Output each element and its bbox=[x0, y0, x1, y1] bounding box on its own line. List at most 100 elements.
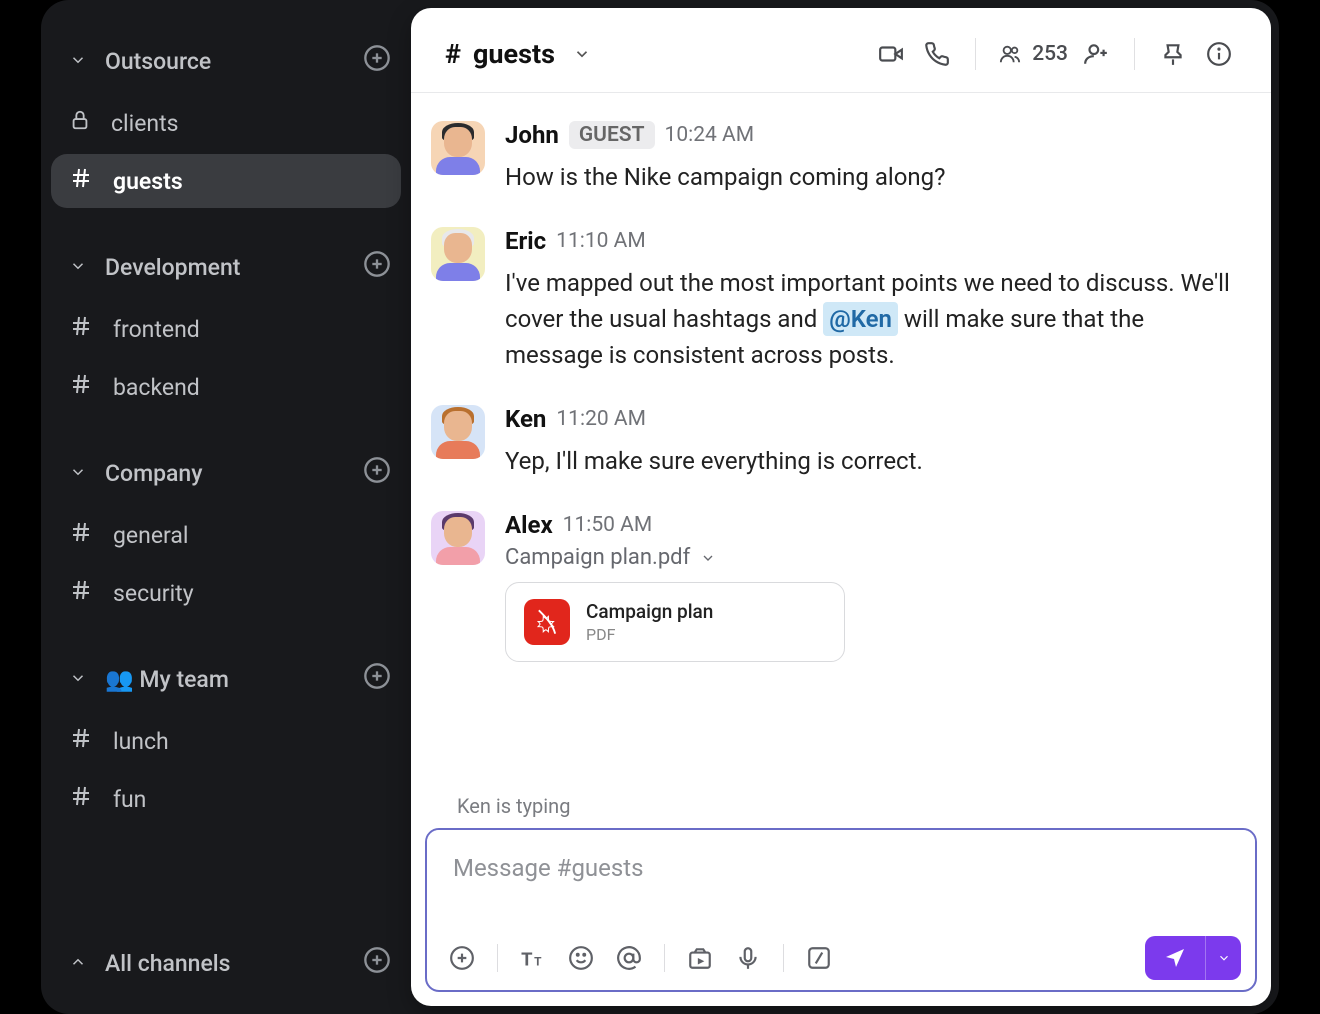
attach-add-icon[interactable] bbox=[441, 937, 483, 979]
plus-circle-icon[interactable] bbox=[363, 456, 391, 490]
channel-backend[interactable]: backend bbox=[51, 360, 401, 414]
message-list[interactable]: John GUEST 10:24 AM How is the Nike campaig… bbox=[411, 93, 1271, 792]
chevron-down-icon bbox=[69, 460, 87, 487]
all-channels-button[interactable]: All channels bbox=[51, 932, 401, 994]
message-author[interactable]: Ken bbox=[505, 405, 546, 433]
member-count-button[interactable]: 253 bbox=[996, 42, 1068, 66]
video-call-icon[interactable] bbox=[873, 36, 909, 72]
all-channels-label: All channels bbox=[105, 950, 231, 977]
message-time: 11:10 AM bbox=[556, 229, 646, 253]
section-header-outsource[interactable]: Outsource bbox=[51, 30, 401, 92]
plus-circle-icon[interactable] bbox=[363, 946, 391, 980]
hash-icon bbox=[69, 166, 93, 196]
mention-icon[interactable] bbox=[608, 937, 650, 979]
add-member-icon[interactable] bbox=[1078, 36, 1114, 72]
message-text: I've mapped out the most important point… bbox=[505, 265, 1237, 373]
text-format-icon[interactable]: TT bbox=[512, 937, 554, 979]
record-video-icon[interactable] bbox=[679, 937, 721, 979]
channel-frontend[interactable]: frontend bbox=[51, 302, 401, 356]
plus-circle-icon[interactable] bbox=[363, 662, 391, 696]
chevron-down-icon bbox=[69, 254, 87, 281]
channel-label: guests bbox=[113, 168, 183, 195]
section-label: Outsource bbox=[105, 48, 211, 75]
hash-icon bbox=[69, 372, 93, 402]
message-author[interactable]: Alex bbox=[505, 511, 553, 539]
chat-header: # guests 253 bbox=[411, 8, 1271, 93]
phone-call-icon[interactable] bbox=[919, 36, 955, 72]
composer: TT bbox=[411, 828, 1271, 1006]
channel-hash-prefix: # bbox=[445, 38, 461, 70]
record-audio-icon[interactable] bbox=[727, 937, 769, 979]
channel-clients[interactable]: clients bbox=[51, 96, 401, 150]
channel-label: lunch bbox=[113, 728, 169, 755]
emoji-icon[interactable] bbox=[560, 937, 602, 979]
channel-security[interactable]: security bbox=[51, 566, 401, 620]
hash-icon bbox=[69, 314, 93, 344]
message-row: John GUEST 10:24 AM How is the Nike campaig… bbox=[431, 111, 1237, 217]
channel-label: frontend bbox=[113, 316, 200, 343]
pdf-icon bbox=[524, 599, 570, 645]
attachment-card[interactable]: Campaign plan PDF bbox=[505, 582, 845, 662]
section-label: Company bbox=[105, 460, 203, 487]
avatar[interactable] bbox=[431, 511, 485, 565]
send-icon bbox=[1145, 936, 1205, 980]
plus-circle-icon[interactable] bbox=[363, 44, 391, 78]
message-row: Eric 11:10 AM I've mapped out the most imp… bbox=[431, 217, 1237, 395]
channel-general[interactable]: general bbox=[51, 508, 401, 562]
channel-label: clients bbox=[111, 110, 179, 137]
plus-circle-icon[interactable] bbox=[363, 250, 391, 284]
message-author[interactable]: John bbox=[505, 121, 559, 149]
member-count: 253 bbox=[1032, 42, 1068, 66]
lock-icon bbox=[69, 108, 91, 138]
composer-toolbar: TT bbox=[427, 930, 1255, 990]
channel-label: backend bbox=[113, 374, 200, 401]
message-author[interactable]: Eric bbox=[505, 227, 546, 255]
divider bbox=[497, 944, 498, 972]
attachment-type: PDF bbox=[586, 625, 713, 644]
info-icon[interactable] bbox=[1201, 36, 1237, 72]
chevron-up-icon bbox=[69, 950, 87, 977]
channel-lunch[interactable]: lunch bbox=[51, 714, 401, 768]
message-row: Ken 11:20 AM Yep, I'll make sure everythin… bbox=[431, 395, 1237, 501]
message-text: How is the Nike campaign coming along? bbox=[505, 159, 1237, 195]
message-text: Yep, I'll make sure everything is correc… bbox=[505, 443, 1237, 479]
channel-guests[interactable]: guests bbox=[51, 154, 401, 208]
hash-icon bbox=[69, 578, 93, 608]
divider bbox=[975, 38, 976, 70]
channel-label: security bbox=[113, 580, 194, 607]
chat-panel: # guests 253 John GUEST 10:24 AM How is the… bbox=[411, 8, 1271, 1006]
message-time: 11:20 AM bbox=[556, 407, 646, 431]
channel-fun[interactable]: fun bbox=[51, 772, 401, 826]
attachment-name: Campaign plan bbox=[586, 600, 713, 623]
channel-name: guests bbox=[473, 38, 555, 70]
section-header-development[interactable]: Development bbox=[51, 236, 401, 298]
message-row: Alex 11:50 AM Campaign plan.pdf Campaign pl… bbox=[431, 501, 1237, 684]
guest-badge: GUEST bbox=[569, 121, 655, 149]
send-options-dropdown[interactable] bbox=[1205, 936, 1241, 980]
attachment-label[interactable]: Campaign plan.pdf bbox=[505, 545, 1237, 570]
message-time: 11:50 AM bbox=[563, 513, 653, 537]
typing-indicator: Ken is typing bbox=[411, 792, 1271, 828]
message-input[interactable] bbox=[427, 830, 1255, 926]
avatar[interactable] bbox=[431, 227, 485, 281]
slash-command-icon[interactable] bbox=[798, 937, 840, 979]
message-time: 10:24 AM bbox=[665, 123, 755, 147]
sidebar: Outsource clients guests Development fro… bbox=[41, 0, 411, 1014]
svg-text:T: T bbox=[534, 955, 542, 969]
divider bbox=[783, 944, 784, 972]
hash-icon bbox=[69, 520, 93, 550]
app-window: Outsource clients guests Development fro… bbox=[41, 0, 1279, 1014]
avatar[interactable] bbox=[431, 405, 485, 459]
divider bbox=[664, 944, 665, 972]
chevron-down-icon bbox=[567, 38, 591, 70]
channel-title-dropdown[interactable]: # guests bbox=[445, 38, 591, 70]
mention[interactable]: @Ken bbox=[823, 302, 898, 336]
channel-label: general bbox=[113, 522, 188, 549]
channel-label: fun bbox=[113, 786, 146, 813]
pin-icon[interactable] bbox=[1155, 36, 1191, 72]
send-button[interactable] bbox=[1145, 936, 1241, 980]
section-header-myteam[interactable]: 👥 My team bbox=[51, 648, 401, 710]
divider bbox=[1134, 38, 1135, 70]
section-header-company[interactable]: Company bbox=[51, 442, 401, 504]
avatar[interactable] bbox=[431, 121, 485, 175]
